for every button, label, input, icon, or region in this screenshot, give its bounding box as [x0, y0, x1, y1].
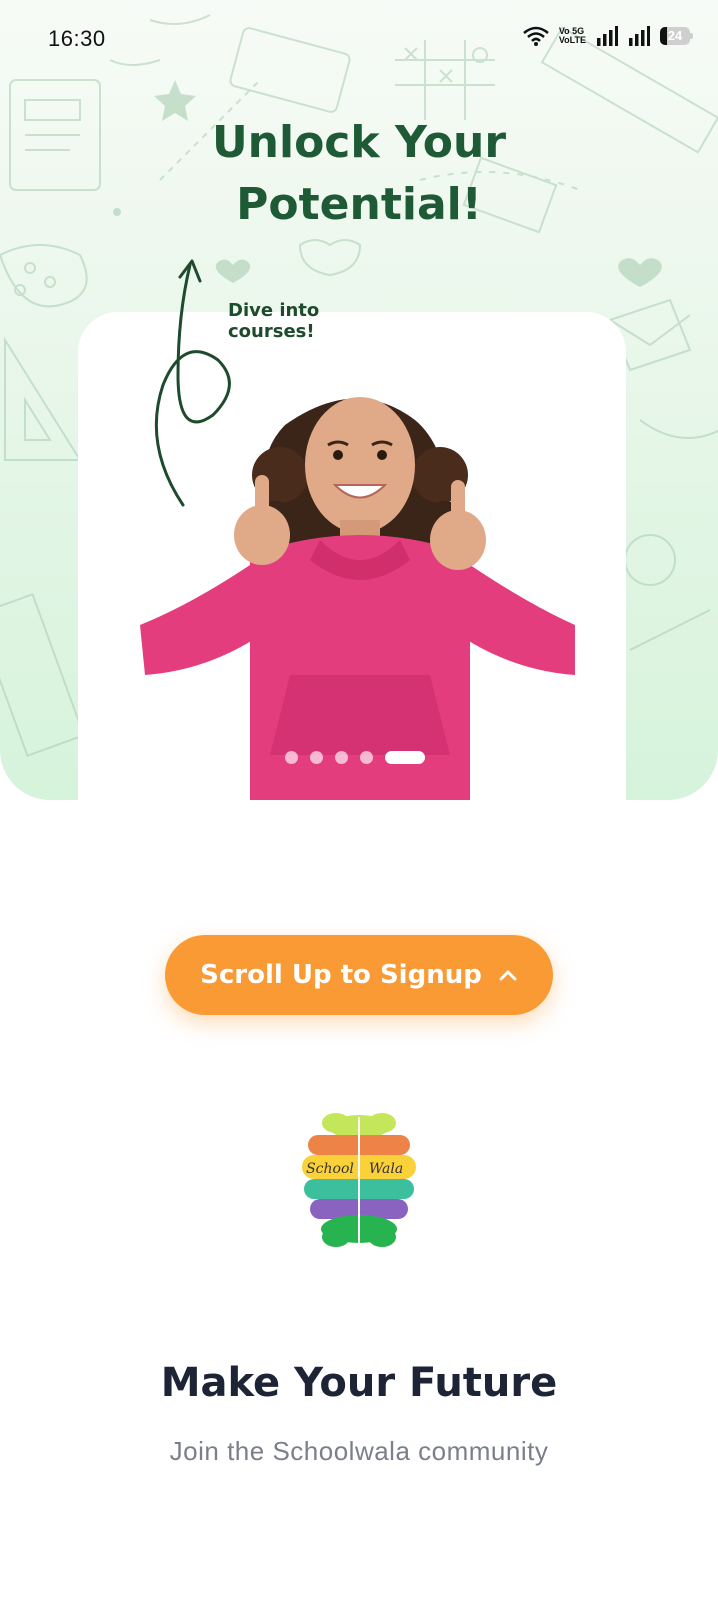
onboarding-hero: Unlock Your Potential! Dive into courses… [0, 0, 718, 800]
community-subtitle: Join the Schoolwala community [169, 1436, 549, 1466]
schoolwala-logo: School Wala [302, 1113, 416, 1247]
hero-title-line-2: Potential! [236, 179, 482, 230]
status-bar: 16:30 Vo 5G VoLTE 24 [0, 0, 718, 82]
status-time: 16:30 [48, 26, 106, 51]
wifi-icon [523, 26, 549, 46]
carousel-dot-3[interactable] [335, 751, 348, 764]
cta-label: Scroll Up to Signup [200, 960, 482, 990]
scroll-up-to-signup-button[interactable]: Scroll Up to Signup [165, 935, 553, 1015]
carousel-dot-5-active[interactable] [385, 751, 425, 764]
dive-into-courses-note: Dive into courses! [228, 300, 320, 342]
hero-title-line-1: Unlock Your [211, 117, 507, 168]
network-type-label: Vo 5G VoLTE [558, 26, 586, 45]
signal-strength-icon [597, 26, 618, 46]
carousel-pagination[interactable] [285, 751, 425, 764]
make-your-future-title: Make Your Future [160, 1360, 558, 1406]
battery-icon: 24 [660, 27, 693, 45]
logo-word-school: School [306, 1161, 354, 1177]
hero-title: Unlock Your Potential! [0, 112, 718, 236]
status-icons: Vo 5G VoLTE 24 [523, 26, 693, 46]
carousel-dot-1[interactable] [285, 751, 298, 764]
carousel-dot-2[interactable] [310, 751, 323, 764]
logo-word-wala: Wala [369, 1161, 403, 1177]
chevron-up-icon [498, 963, 518, 987]
curved-arrow-icon [154, 259, 231, 507]
carousel-dot-4[interactable] [360, 751, 373, 764]
signal-strength-icon-2 [629, 26, 650, 46]
